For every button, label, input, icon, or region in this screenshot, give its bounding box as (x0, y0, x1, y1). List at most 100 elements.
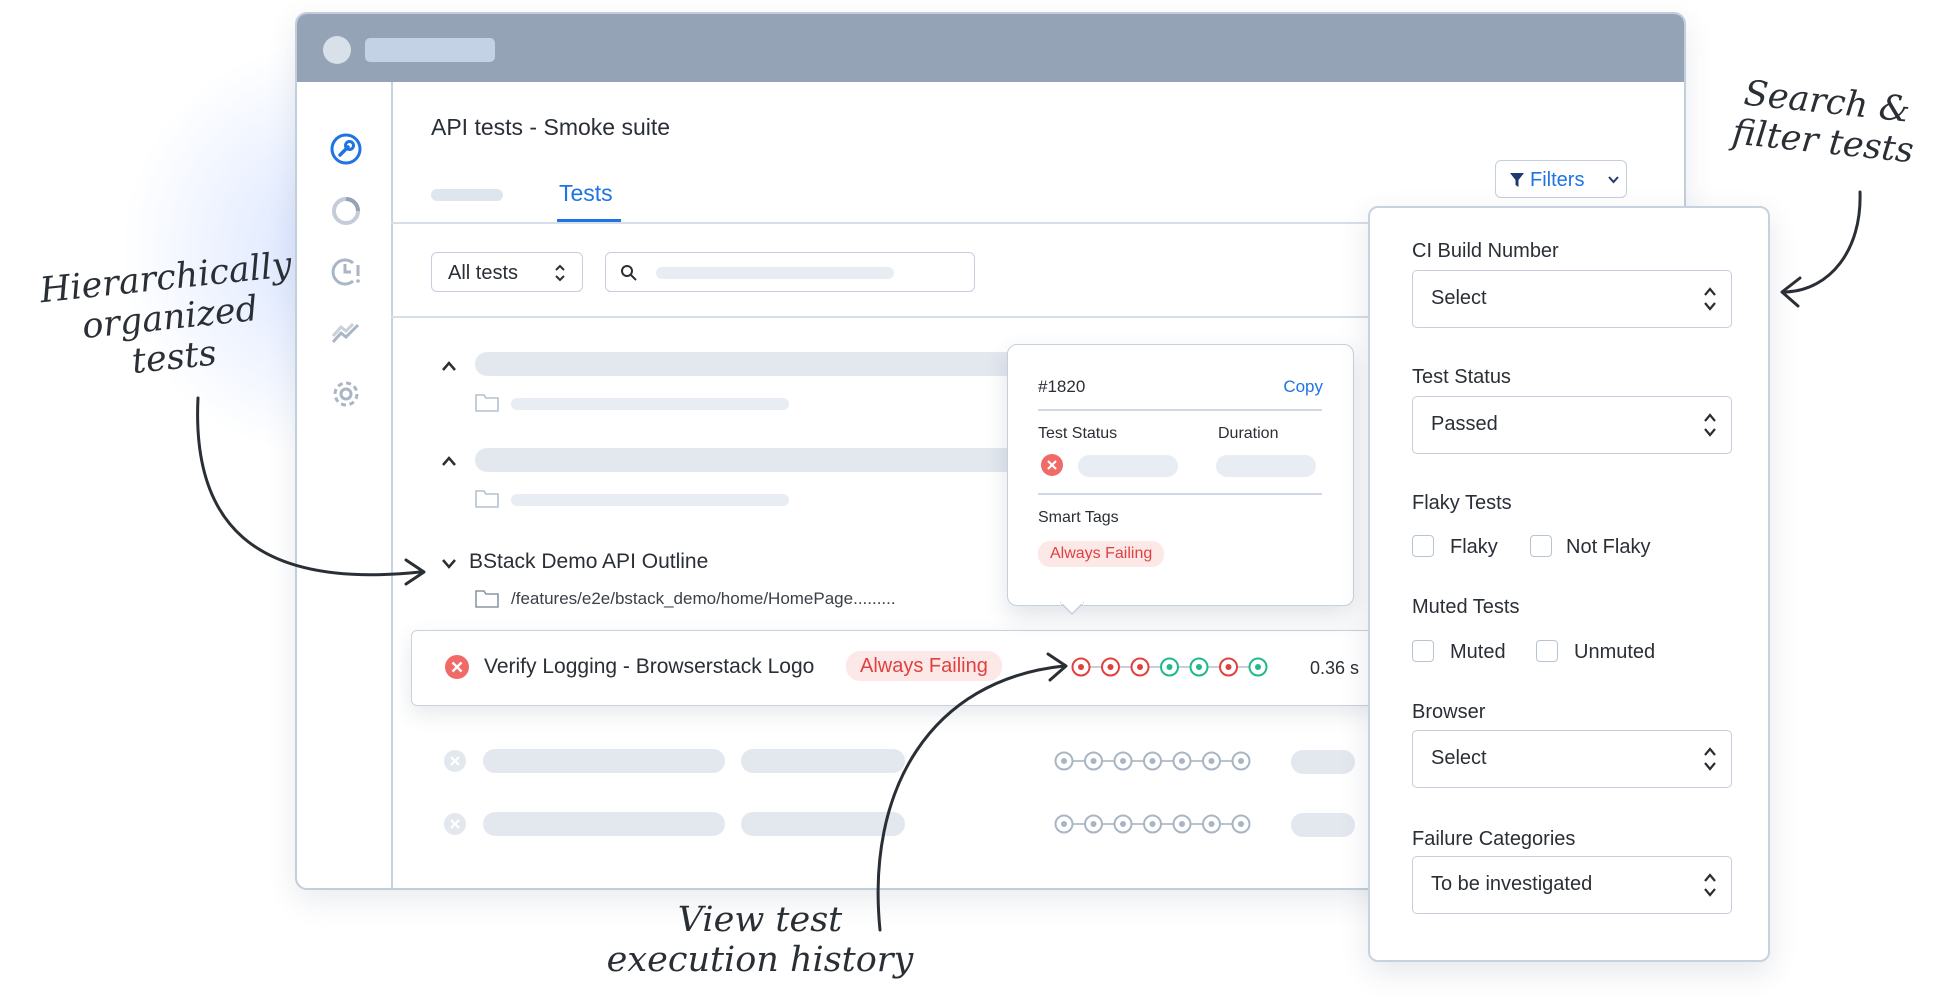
group-placeholder (475, 352, 1035, 376)
annotation-line: View test (677, 900, 843, 940)
folder-icon (475, 490, 499, 508)
title-bar (297, 14, 1684, 82)
unmuted-option[interactable]: Unmuted (1574, 641, 1655, 664)
not-flaky-option[interactable]: Not Flaky (1566, 536, 1650, 559)
updown-arrow-icon (1704, 873, 1716, 897)
history-placeholder (1054, 751, 1251, 771)
gear-icon[interactable] (329, 377, 363, 411)
filters-panel: CI Build Number Select Test Status Passe… (1368, 206, 1770, 962)
unmuted-checkbox[interactable] (1536, 640, 1558, 662)
history-dot-placeholder (1054, 814, 1074, 834)
history-dot-pass[interactable] (1189, 657, 1209, 677)
flaky-option[interactable]: Flaky (1450, 536, 1498, 559)
test-filter-value: All tests (448, 262, 519, 284)
folder-icon (475, 394, 499, 412)
duration-placeholder (1291, 750, 1355, 774)
fail-icon (1041, 454, 1063, 476)
failure-select[interactable]: To be investigated (1412, 856, 1732, 914)
history-dot-placeholder (1172, 751, 1192, 771)
history-dot-placeholder (1143, 814, 1162, 834)
row-placeholder (483, 749, 725, 773)
test-status-select[interactable]: Passed (1412, 396, 1732, 454)
flaky-checkbox[interactable] (1412, 535, 1434, 557)
search-icon (621, 265, 637, 281)
tab-placeholder[interactable] (431, 189, 503, 201)
muted-label: Muted Tests (1412, 596, 1520, 618)
ci-build-value: Select (1431, 287, 1487, 309)
build-id: #1820 (1038, 377, 1086, 396)
group-title[interactable]: BStack Demo API Outline (469, 550, 708, 574)
arrowhead (1780, 276, 1802, 308)
history-dot-pass[interactable] (1160, 657, 1179, 677)
trend-icon[interactable] (329, 316, 363, 350)
history-dot-placeholder (1202, 751, 1221, 771)
status-placeholder (1078, 455, 1178, 477)
divider (1038, 409, 1322, 411)
annotation-line: execution history (606, 940, 914, 980)
filter-icon (1510, 173, 1524, 187)
failure-value: To be investigated (1431, 873, 1593, 895)
duration-placeholder (1291, 813, 1355, 837)
filters-label: Filters (1530, 169, 1585, 191)
wrench-icon[interactable] (329, 132, 363, 166)
filters-button[interactable]: Filters (1495, 160, 1627, 198)
failure-label: Failure Categories (1412, 828, 1576, 850)
fail-icon (445, 655, 469, 679)
history-dot-placeholder (1084, 751, 1103, 771)
smart-tag: Always Failing (1038, 541, 1165, 567)
history-dot-fail[interactable] (1130, 657, 1150, 677)
chevron-down-icon[interactable] (441, 557, 457, 569)
history-dot-fail[interactable] (1101, 657, 1120, 677)
active-test-row[interactable]: Verify Logging - Browserstack Logo Alway… (411, 630, 1373, 706)
test-filter-select[interactable]: All tests (431, 252, 583, 292)
folder-icon (475, 590, 499, 608)
history-dot-placeholder (1143, 751, 1162, 771)
muted-checkbox[interactable] (1412, 640, 1434, 662)
browser-select[interactable]: Select (1412, 730, 1732, 788)
history-dot-fail[interactable] (1219, 657, 1238, 677)
row-placeholder (741, 749, 905, 773)
history-dot-placeholder (1054, 751, 1074, 771)
smart-tags-label: Smart Tags (1038, 509, 1119, 526)
search-input[interactable] (605, 252, 975, 292)
muted-option[interactable]: Muted (1450, 641, 1506, 664)
tab-tests[interactable]: Tests (559, 180, 613, 207)
arrow-search (1784, 190, 1862, 294)
updown-arrow-icon (1704, 287, 1716, 311)
flaky-label: Flaky Tests (1412, 492, 1512, 514)
history-dot-placeholder (1231, 751, 1251, 771)
donut-chart-icon[interactable] (329, 194, 363, 228)
history-dot-placeholder (1113, 751, 1133, 771)
history-dot-fail[interactable] (1071, 657, 1091, 677)
execution-history[interactable] (1070, 656, 1274, 678)
history-placeholder (1054, 814, 1251, 834)
not-flaky-checkbox[interactable] (1530, 535, 1552, 557)
annotation-history: View test execution history (590, 900, 930, 980)
always-failing-badge: Always Failing (846, 651, 1002, 681)
page-title: API tests - Smoke suite (431, 114, 671, 140)
annotation-search: Search & filter tests (1701, 70, 1948, 175)
status-label: Test Status (1038, 425, 1118, 442)
path-placeholder (511, 494, 789, 506)
chevron-up-icon[interactable] (441, 360, 457, 372)
test-status-label: Test Status (1412, 366, 1511, 388)
copy-link[interactable]: Copy (1283, 377, 1323, 397)
history-dot-placeholder (1202, 814, 1221, 834)
history-dot-placeholder (1084, 814, 1103, 834)
test-name: Verify Logging - Browserstack Logo (484, 655, 815, 678)
duration-placeholder (1216, 455, 1316, 477)
browser-value: Select (1431, 747, 1487, 769)
ci-build-select[interactable]: Select (1412, 270, 1732, 328)
history-dot-placeholder (1172, 814, 1192, 834)
alert-pie-icon[interactable] (329, 255, 363, 289)
updown-arrow-icon (1704, 747, 1716, 771)
build-detail-popup: #1820 Copy Test Status Duration Smart Ta… (1007, 344, 1354, 606)
sidebar (297, 82, 393, 888)
title-placeholder (365, 38, 495, 62)
updown-arrow-icon (555, 264, 565, 282)
chevron-up-icon[interactable] (441, 455, 457, 467)
ci-build-label: CI Build Number (1412, 240, 1559, 262)
history-dot-pass[interactable] (1248, 657, 1268, 677)
group-placeholder (475, 448, 1035, 472)
duration-label: Duration (1218, 425, 1279, 442)
